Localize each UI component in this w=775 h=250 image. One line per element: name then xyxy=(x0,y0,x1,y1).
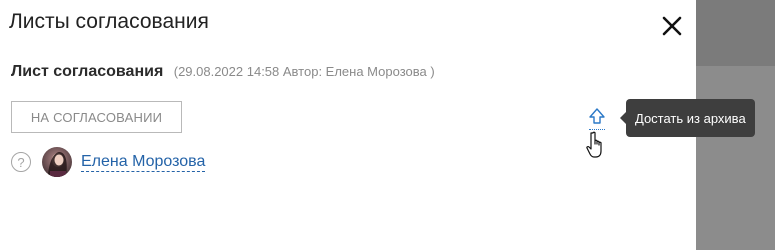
question-icon: ? xyxy=(11,152,31,172)
unarchive-button[interactable] xyxy=(587,107,607,129)
upload-arrow-icon xyxy=(589,108,605,124)
approval-sheets-panel: Листы согласования Лист согласования (29… xyxy=(0,0,696,250)
sheet-title: Лист согласования xyxy=(11,63,164,80)
tooltip-text: Достать из архива xyxy=(635,110,746,126)
approver-name-link[interactable]: Елена Морозова xyxy=(81,153,206,172)
backdrop-header-strip xyxy=(696,0,775,66)
unarchive-tooltip: Достать из архива xyxy=(620,99,755,137)
avatar[interactable] xyxy=(42,147,72,177)
approver-row: ? Елена Морозова xyxy=(11,147,206,177)
sheet-header: Лист согласования (29.08.2022 14:58 Авто… xyxy=(11,63,435,81)
tooltip-arrow xyxy=(620,112,626,124)
sheet-meta: (29.08.2022 14:58 Автор: Елена Морозова … xyxy=(173,64,435,79)
close-button[interactable] xyxy=(660,14,684,38)
hand-cursor-icon xyxy=(583,130,607,160)
close-icon xyxy=(662,16,682,36)
status-badge: НА СОГЛАСОВАНИИ xyxy=(11,101,182,133)
panel-title: Листы согласования xyxy=(9,10,209,33)
